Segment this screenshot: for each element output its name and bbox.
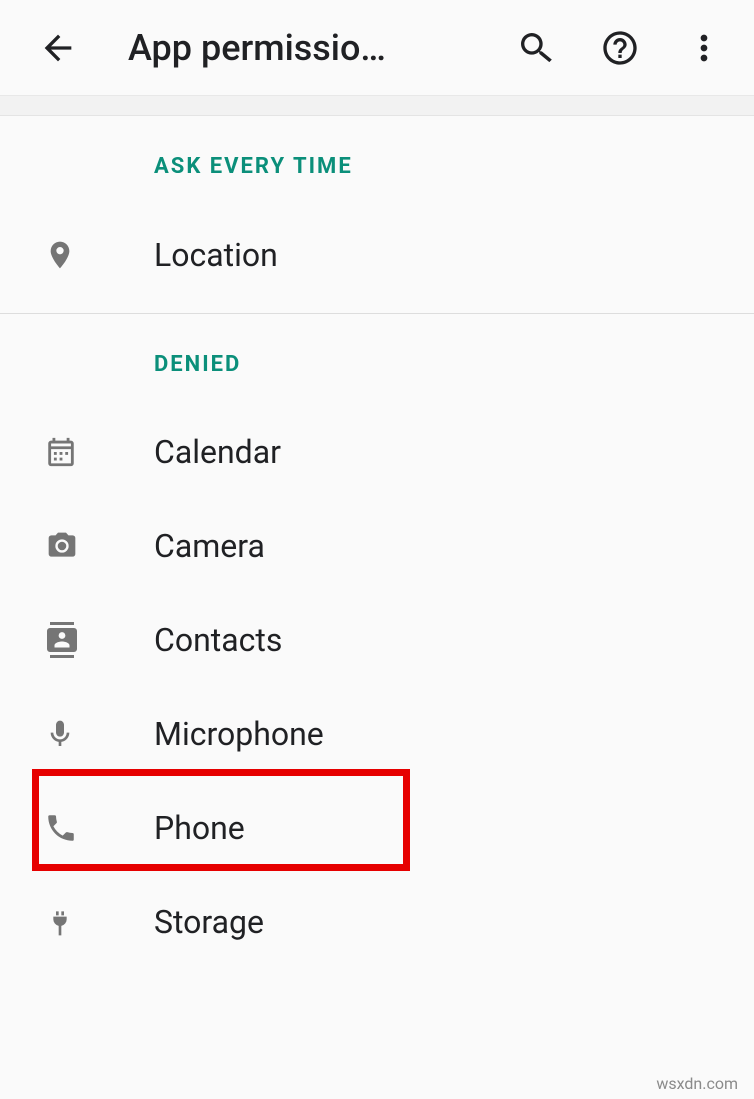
permission-label: Camera [154,527,265,565]
top-divider [0,96,754,116]
watermark: wsxdn.com [650,1072,744,1095]
section-header-denied: DENIED [0,314,754,405]
permission-label: Phone [154,809,245,847]
camera-icon [44,530,106,562]
permission-label: Location [154,236,278,274]
header-actions [516,28,724,68]
back-arrow-icon[interactable] [38,28,78,68]
section-header-ask: ASK EVERY TIME [0,116,754,207]
app-bar: App permissio… [0,0,754,96]
permission-item-camera[interactable]: Camera [0,499,754,593]
permission-label: Microphone [154,715,324,753]
permission-item-microphone[interactable]: Microphone [0,687,754,781]
help-icon[interactable] [600,28,640,68]
calendar-icon [44,435,106,469]
permission-item-contacts[interactable]: Contacts [0,593,754,687]
location-icon [44,235,106,275]
storage-icon [44,903,106,941]
phone-icon [44,811,106,845]
page-title: App permissio… [128,27,438,69]
microphone-icon [44,715,106,753]
search-icon[interactable] [516,28,556,68]
permission-label: Calendar [154,433,281,471]
more-vert-icon[interactable] [684,28,724,68]
contacts-icon [44,622,106,658]
permission-item-calendar[interactable]: Calendar [0,405,754,499]
permission-label: Storage [154,903,264,941]
permission-item-location[interactable]: Location [0,207,754,303]
permission-item-storage[interactable]: Storage [0,875,754,969]
permission-item-phone[interactable]: Phone [0,781,754,875]
permission-label: Contacts [154,621,282,659]
